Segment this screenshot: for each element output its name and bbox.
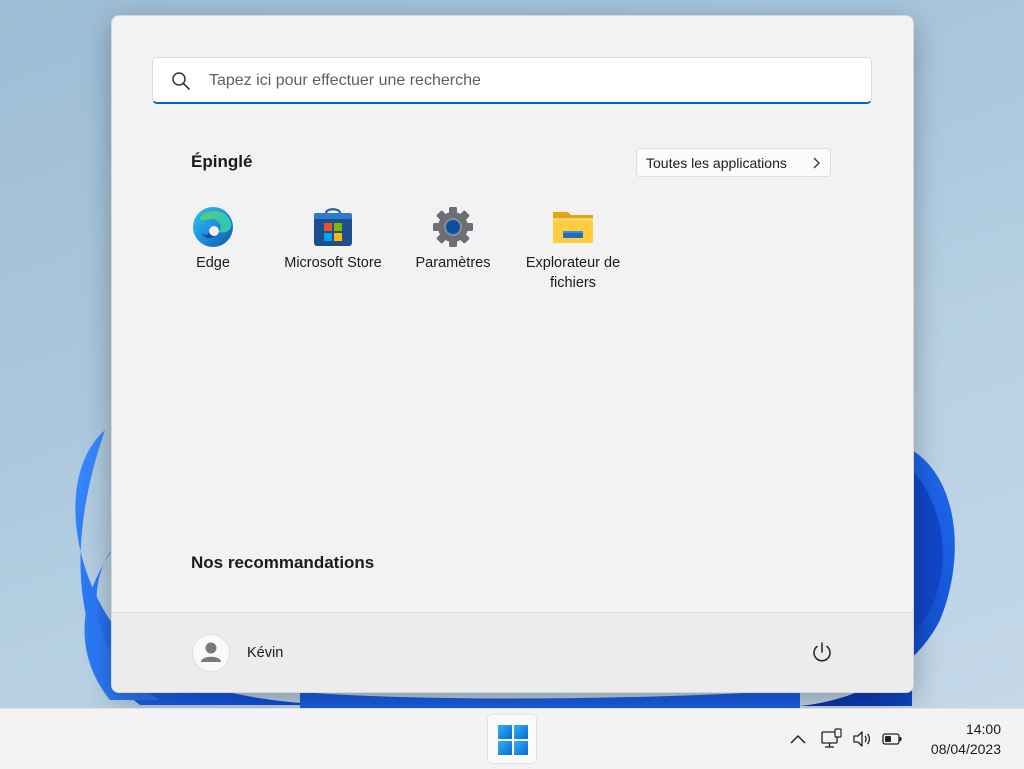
app-label: Microsoft Store <box>284 255 382 271</box>
app-label: Edge <box>196 255 230 271</box>
all-apps-button[interactable]: Toutes les applications <box>636 148 831 177</box>
search-icon <box>172 72 190 90</box>
all-apps-label: Toutes les applications <box>646 154 787 171</box>
user-name[interactable]: Kévin <box>247 645 283 661</box>
clock-time: 14:00 <box>965 721 1001 737</box>
edge-icon <box>193 207 233 247</box>
pinned-section-title: Épinglé <box>191 152 253 171</box>
recommendations-section-title: Nos recommandations <box>191 553 375 572</box>
pinned-app-file-explorer[interactable]: Explorateur de fichiers <box>513 206 633 293</box>
start-menu-footer: Kévin <box>112 612 913 692</box>
user-avatar[interactable] <box>192 634 230 672</box>
chevron-up-icon[interactable] <box>787 728 809 750</box>
chevron-right-icon <box>813 157 820 169</box>
pinned-app-edge[interactable]: Edge <box>153 206 273 273</box>
app-label: Explorateur de fichiers <box>525 255 621 291</box>
battery-icon[interactable] <box>881 728 903 750</box>
power-icon[interactable] <box>810 640 834 664</box>
start-button[interactable] <box>487 714 537 764</box>
pinned-app-microsoft-store[interactable]: Microsoft Store <box>273 206 393 273</box>
network-icon[interactable] <box>820 728 842 750</box>
windows-logo-icon <box>498 725 528 755</box>
file-explorer-folder-icon <box>553 212 593 243</box>
search-box[interactable] <box>152 57 872 104</box>
volume-icon[interactable] <box>851 728 873 750</box>
microsoft-store-icon <box>314 208 352 246</box>
app-label: Paramètres <box>415 255 491 271</box>
taskbar: 14:00 08/04/2023 <box>0 708 1024 769</box>
user-icon <box>201 642 221 662</box>
settings-gear-icon <box>433 207 473 247</box>
taskbar-clock[interactable]: 14:00 08/04/2023 <box>931 719 1001 759</box>
search-input[interactable] <box>207 58 851 104</box>
start-menu: Épinglé Toutes les applications <box>111 15 914 693</box>
clock-date: 08/04/2023 <box>930 741 1001 757</box>
pinned-app-settings[interactable]: Paramètres <box>393 206 513 273</box>
